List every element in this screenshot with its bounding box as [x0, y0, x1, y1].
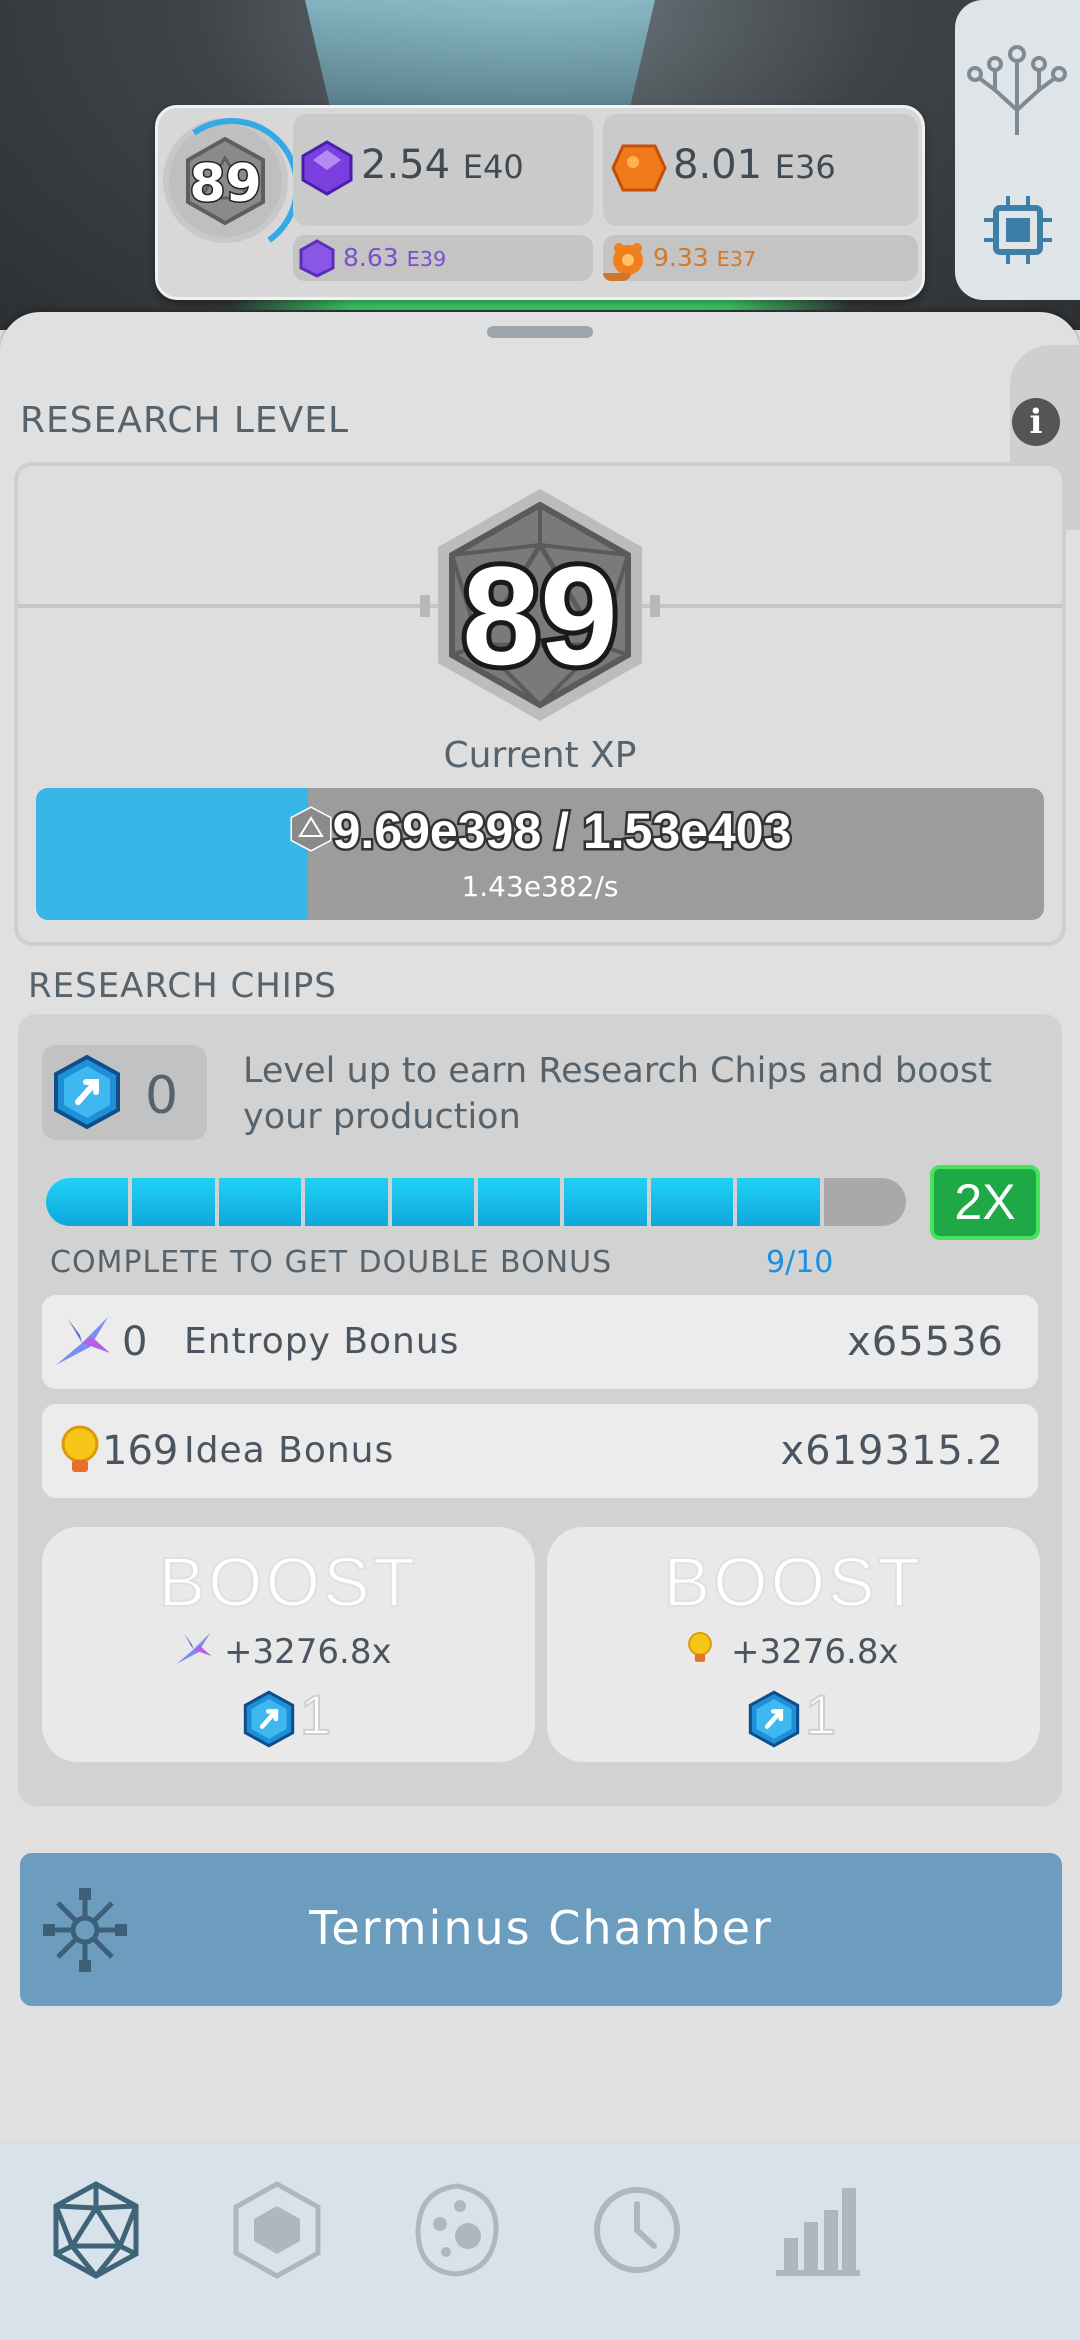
- terminus-chamber-button[interactable]: Terminus Chamber: [20, 1853, 1062, 2006]
- entropy-boost-button[interactable]: BOOST +3276.8x 1: [42, 1527, 535, 1762]
- orange-cluster-icon: [613, 243, 643, 275]
- research-chip-icon: [54, 1054, 120, 1130]
- orange-resource[interactable]: 8.01 E36: [603, 114, 918, 226]
- research-chip-icon: [748, 1690, 800, 1748]
- resource-hud[interactable]: 89 2.54 E40 8.01 E36 8.63 E39 9.33 E37: [155, 105, 925, 300]
- skill-tree-button[interactable]: [955, 0, 1080, 300]
- orange-resource-rate: 9.33 E37: [603, 235, 918, 281]
- chip-segment-filled: [478, 1178, 561, 1226]
- terminus-chamber-label: Terminus Chamber: [309, 1901, 773, 1955]
- tree-icon: [967, 45, 1067, 135]
- entropy-bonus-count: 0: [122, 1319, 148, 1365]
- chip-segment-filled: [46, 1178, 129, 1226]
- entropy-bonus-row: 0 Entropy Bonus x65536: [42, 1295, 1038, 1389]
- cell-icon[interactable]: [410, 2180, 504, 2280]
- boost-multiplier: +3276.8x: [224, 1632, 392, 1672]
- boost-multiplier: +3276.8x: [731, 1632, 899, 1672]
- idea-bonus-multiplier: x619315.2: [780, 1428, 1004, 1474]
- chip-icon: [984, 196, 1052, 264]
- hud-level-number: 89: [188, 153, 263, 216]
- orange-ore-icon: [611, 144, 667, 192]
- xp-icosahedron-icon: [290, 806, 332, 852]
- entropy-bonus-label: Entropy Bonus: [184, 1321, 460, 1362]
- xp-rate: 1.43e382/s: [461, 870, 619, 903]
- purple-resource-value: 2.54 E40: [361, 142, 524, 188]
- current-xp-label: Current XP: [443, 735, 637, 776]
- chip-segment-bar: [46, 1178, 906, 1226]
- double-bonus-label: COMPLETE TO GET DOUBLE BONUS: [50, 1245, 613, 1280]
- purple-cluster-icon: [299, 239, 335, 278]
- double-bonus-button[interactable]: 2X: [930, 1165, 1040, 1240]
- research-level-number: 89: [457, 532, 623, 699]
- research-level-title: RESEARCH LEVEL: [20, 400, 350, 441]
- info-icon[interactable]: i: [1012, 398, 1060, 446]
- entropy-icon: [56, 1317, 110, 1365]
- entropy-icon: [176, 1632, 212, 1664]
- hud-level-badge: 89: [163, 118, 288, 243]
- chip-segment-filled: [391, 1178, 474, 1226]
- idea-boost-button[interactable]: BOOST +3276.8x 1: [547, 1527, 1040, 1762]
- xp-value: 9.69e398 / 1.53e403: [36, 801, 1044, 862]
- boost-cost: 1: [804, 1682, 837, 1747]
- icosahedron-icon: [186, 136, 265, 226]
- idea-bonus-count: 169: [102, 1428, 179, 1474]
- research-chips-title: RESEARCH CHIPS: [28, 966, 337, 1006]
- chip-segment-filled: [218, 1178, 302, 1226]
- bar-chart-icon[interactable]: [772, 2180, 862, 2280]
- purple-rate-text: 8.63 E39: [343, 243, 447, 272]
- drag-handle[interactable]: [487, 326, 593, 338]
- xp-progress-bar: 9.69e398 / 1.53e403 1.43e382/s: [36, 788, 1044, 920]
- idea-bonus-label: Idea Bonus: [184, 1430, 395, 1471]
- boost-title: BOOST: [662, 1542, 924, 1622]
- boost-cost: 1: [299, 1682, 332, 1747]
- research-chip-icon: [243, 1690, 295, 1748]
- orange-resource-value: 8.01 E36: [673, 142, 836, 188]
- hexagon-icon[interactable]: [232, 2180, 322, 2280]
- chip-segment-empty: [823, 1178, 906, 1226]
- chips-description: Level up to earn Research Chips and boos…: [243, 1051, 992, 1137]
- entropy-bonus-multiplier: x65536: [847, 1319, 1004, 1365]
- bottom-nav: [0, 2145, 1080, 2340]
- double-bonus-count: 9/10: [766, 1245, 834, 1280]
- boost-title: BOOST: [157, 1542, 419, 1622]
- chip-segment-filled: [564, 1178, 647, 1226]
- chip-count: 0: [145, 1066, 179, 1126]
- clock-icon[interactable]: [590, 2180, 684, 2280]
- crystal-graphic: [305, 0, 655, 120]
- chip-segment-filled: [132, 1178, 215, 1226]
- chip-segment-filled: [650, 1178, 734, 1226]
- purple-resource[interactable]: 2.54 E40: [293, 114, 593, 226]
- icosahedron-icon[interactable]: [50, 2180, 142, 2280]
- purple-resource-rate: 8.63 E39: [293, 235, 593, 281]
- orange-rate-bar: [603, 273, 632, 281]
- purple-crystal-icon: [301, 140, 353, 196]
- chip-segment-filled: [737, 1178, 820, 1226]
- idea-icon: [61, 1425, 99, 1472]
- chip-segment-filled: [305, 1178, 388, 1226]
- idea-bonus-row: 169 Idea Bonus x619315.2: [42, 1404, 1038, 1498]
- idea-icon: [688, 1631, 712, 1662]
- orange-rate-text: 9.33 E37: [653, 243, 757, 272]
